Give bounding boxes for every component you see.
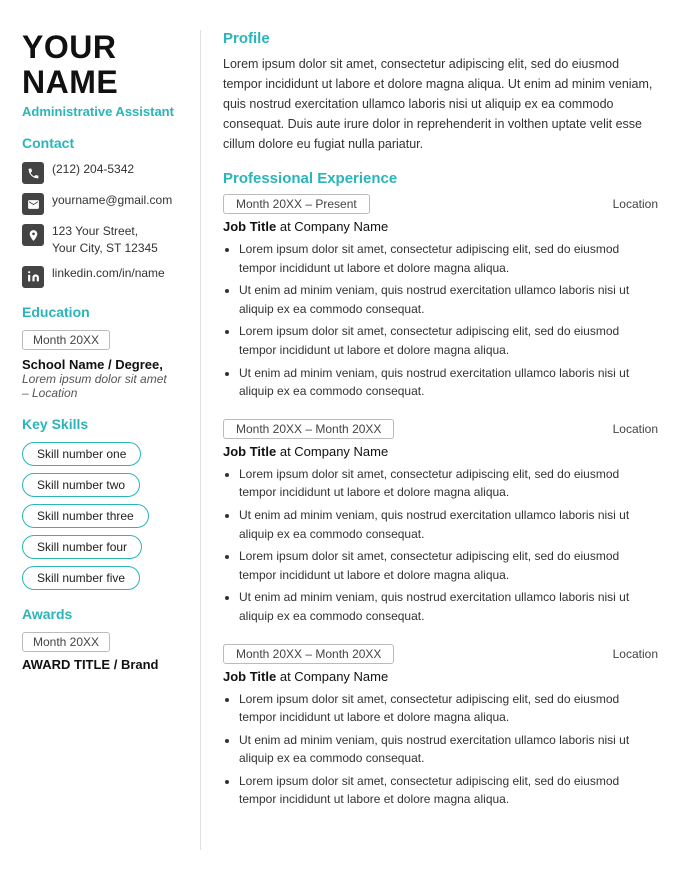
- bullet-1-0: Lorem ipsum dolor sit amet, consectetur …: [239, 465, 658, 502]
- exp-header-0: Month 20XX – Present Location: [223, 194, 658, 214]
- bullet-2-2: Lorem ipsum dolor sit amet, consectetur …: [239, 772, 658, 809]
- bullet-0-1: Ut enim ad minim veniam, quis nostrud ex…: [239, 281, 658, 318]
- experience-section: Professional Experience Month 20XX – Pre…: [223, 170, 658, 809]
- skill-badge-0: Skill number one: [22, 442, 141, 466]
- exp-date-1: Month 20XX – Month 20XX: [223, 419, 394, 439]
- contact-address: 123 Your Street,Your City, ST 12345: [22, 223, 182, 257]
- job-title: Administrative Assistant: [22, 104, 182, 119]
- awards-section: Awards Month 20XX AWARD TITLE / Brand: [22, 606, 182, 672]
- skills-section-title: Key Skills: [22, 416, 182, 432]
- contact-section-title: Contact: [22, 135, 182, 151]
- phone-text: (212) 204-5342: [52, 161, 134, 178]
- exp-location-1: Location: [613, 422, 658, 436]
- profile-section-title: Profile: [223, 30, 658, 47]
- exp-bullets-1: Lorem ipsum dolor sit amet, consectetur …: [239, 465, 658, 626]
- bullet-1-2: Lorem ipsum dolor sit amet, consectetur …: [239, 547, 658, 584]
- exp-bullets-0: Lorem ipsum dolor sit amet, consectetur …: [239, 240, 658, 401]
- phone-icon: [22, 162, 44, 184]
- education-section-title: Education: [22, 304, 182, 320]
- linkedin-icon: [22, 266, 44, 288]
- bullet-1-3: Ut enim ad minim veniam, quis nostrud ex…: [239, 588, 658, 625]
- exp-entry-2: Month 20XX – Month 20XX Location Job Tit…: [223, 644, 658, 810]
- bullet-2-0: Lorem ipsum dolor sit amet, consectetur …: [239, 690, 658, 727]
- exp-job-title-1: Job Title at Company Name: [223, 444, 658, 459]
- skill-badge-3: Skill number four: [22, 535, 142, 559]
- experience-section-title: Professional Experience: [223, 170, 658, 187]
- bullet-0-0: Lorem ipsum dolor sit amet, consectetur …: [239, 240, 658, 277]
- award-title: AWARD TITLE / Brand: [22, 657, 182, 672]
- exp-location-2: Location: [613, 647, 658, 661]
- contact-linkedin: linkedin.com/in/name: [22, 265, 182, 288]
- main-content: Profile Lorem ipsum dolor sit amet, cons…: [200, 30, 680, 850]
- exp-job-title-0: Job Title at Company Name: [223, 219, 658, 234]
- exp-date-2: Month 20XX – Month 20XX: [223, 644, 394, 664]
- profile-section: Profile Lorem ipsum dolor sit amet, cons…: [223, 30, 658, 154]
- contact-phone: (212) 204-5342: [22, 161, 182, 184]
- name-display: YOUR NAME: [22, 30, 182, 100]
- name-block: YOUR NAME Administrative Assistant: [22, 30, 182, 119]
- exp-header-1: Month 20XX – Month 20XX Location: [223, 419, 658, 439]
- address-text: 123 Your Street,Your City, ST 12345: [52, 223, 158, 257]
- address-icon: [22, 224, 44, 246]
- email-icon: [22, 193, 44, 215]
- email-text: yourname@gmail.com: [52, 192, 172, 209]
- bullet-2-1: Ut enim ad minim veniam, quis nostrud ex…: [239, 731, 658, 768]
- profile-text: Lorem ipsum dolor sit amet, consectetur …: [223, 54, 658, 154]
- skill-badge-2: Skill number three: [22, 504, 149, 528]
- exp-date-0: Month 20XX – Present: [223, 194, 370, 214]
- skill-badge-4: Skill number five: [22, 566, 140, 590]
- bullet-0-2: Lorem ipsum dolor sit amet, consectetur …: [239, 322, 658, 359]
- education-date-badge: Month 20XX: [22, 330, 110, 350]
- exp-bullets-2: Lorem ipsum dolor sit amet, consectetur …: [239, 690, 658, 810]
- skill-badge-1: Skill number two: [22, 473, 140, 497]
- skills-list: Skill number one Skill number two Skill …: [22, 442, 182, 590]
- bullet-1-1: Ut enim ad minim veniam, quis nostrud ex…: [239, 506, 658, 543]
- exp-job-title-2: Job Title at Company Name: [223, 669, 658, 684]
- sidebar: YOUR NAME Administrative Assistant Conta…: [0, 30, 200, 850]
- exp-entry-0: Month 20XX – Present Location Job Title …: [223, 194, 658, 401]
- linkedin-text: linkedin.com/in/name: [52, 265, 165, 282]
- exp-location-0: Location: [613, 197, 658, 211]
- award-date-badge: Month 20XX: [22, 632, 110, 652]
- exp-header-2: Month 20XX – Month 20XX Location: [223, 644, 658, 664]
- education-detail: Lorem ipsum dolor sit amet – Location: [22, 372, 182, 400]
- contact-email: yourname@gmail.com: [22, 192, 182, 215]
- bullet-0-3: Ut enim ad minim veniam, quis nostrud ex…: [239, 364, 658, 401]
- awards-section-title: Awards: [22, 606, 182, 622]
- education-school: School Name / Degree,: [22, 357, 182, 372]
- exp-entry-1: Month 20XX – Month 20XX Location Job Tit…: [223, 419, 658, 626]
